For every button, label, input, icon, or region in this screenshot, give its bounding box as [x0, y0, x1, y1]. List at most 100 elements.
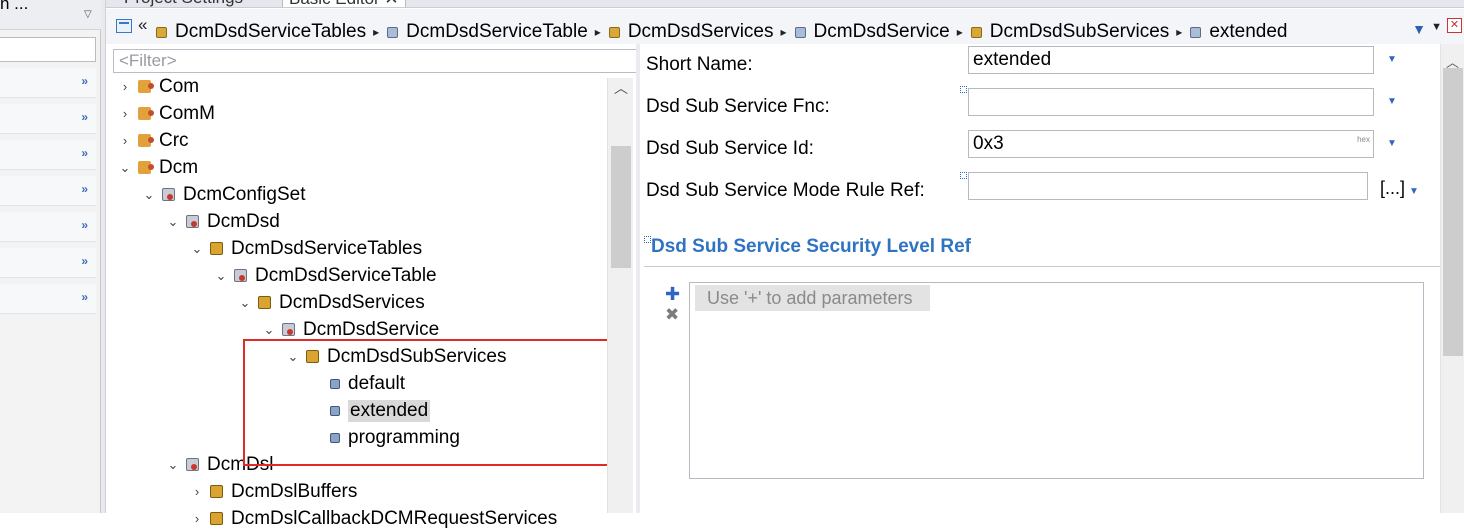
expanded-arrow-icon[interactable]: ⌄	[164, 214, 182, 230]
breadcrumb-separator-icon: ▸	[373, 25, 380, 39]
expanded-arrow-icon[interactable]: ⌄	[164, 457, 182, 473]
view-menu-icon[interactable]: ▼	[1431, 21, 1442, 33]
tree-node-dcm[interactable]: ⌄ Dcm	[116, 154, 199, 181]
container-icon	[162, 188, 175, 201]
sub-service-id-input[interactable]: 0x3 hex	[968, 130, 1374, 158]
left-view-search-input[interactable]	[0, 37, 96, 62]
left-view-section-6[interactable]: »	[0, 248, 96, 278]
collapsed-arrow-icon[interactable]: ›	[116, 133, 134, 148]
tree-node-dcmdsd[interactable]: ⌄ DcmDsd	[164, 208, 280, 235]
tree-node-dcmdsdservicetable[interactable]: ⌄ DcmDsdServiceTable	[212, 262, 437, 289]
expand-chevron-icon[interactable]: »	[81, 110, 88, 124]
breadcrumb-item-dcmdsdsubservices[interactable]: DcmDsdSubServices ▸	[970, 21, 1191, 43]
container-icon	[282, 323, 295, 336]
expanded-arrow-icon[interactable]: ⌄	[260, 322, 278, 338]
left-view-title: n ...	[0, 0, 29, 13]
chevron-down-icon[interactable]: ▼	[1387, 54, 1397, 65]
module-icon	[138, 107, 154, 120]
container-icon	[186, 458, 199, 471]
breadcrumb-item-dcmdsdservices[interactable]: DcmDsdServices ▸	[608, 21, 795, 43]
section-divider	[644, 266, 1440, 267]
chevron-down-icon[interactable]: ▼	[1387, 96, 1397, 107]
sub-service-fnc-label: Dsd Sub Service Fnc:	[646, 96, 830, 117]
expanded-arrow-icon[interactable]: ⌄	[140, 187, 158, 203]
config-tree-panel: <Filter> › Com › ComM › Crc ⌄ Dcm ⌄ DcmConfig…	[106, 44, 637, 529]
collapsed-arrow-icon[interactable]: ›	[116, 79, 134, 94]
left-view-section-3[interactable]: »	[0, 140, 96, 170]
tree-node-comm[interactable]: › ComM	[116, 100, 215, 127]
tree-node-dcmdslbuffers[interactable]: › DcmDslBuffers	[188, 478, 358, 505]
expanded-arrow-icon[interactable]: ⌄	[116, 160, 134, 176]
expand-chevron-icon[interactable]: »	[81, 218, 88, 232]
module-icon	[138, 80, 154, 93]
breadcrumb-item-dcmdsdservice[interactable]: DcmDsdService ▸	[794, 21, 971, 43]
tree-node-dcmconfigset[interactable]: ⌄ DcmConfigSet	[140, 181, 306, 208]
expanded-arrow-icon[interactable]: ⌄	[188, 241, 206, 257]
expand-chevron-icon[interactable]: »	[81, 290, 88, 304]
container-icon	[186, 215, 199, 228]
scroll-up-icon[interactable]: ︿	[614, 78, 628, 98]
expand-chevron-icon[interactable]: »	[81, 254, 88, 268]
breadcrumb-separator-icon: ▸	[780, 25, 787, 39]
parameter-marker-icon	[644, 236, 651, 243]
form-scrollbar[interactable]: ︿	[1440, 44, 1464, 513]
breadcrumb-item-extended[interactable]: extended	[1190, 21, 1288, 43]
breadcrumb-item-dcmdsdservicetable[interactable]: DcmDsdServiceTable ▸	[387, 21, 609, 43]
tree-filter-input[interactable]: <Filter>	[113, 49, 637, 73]
sub-service-fnc-input[interactable]	[968, 88, 1374, 116]
left-view-section-5[interactable]: »	[0, 212, 96, 242]
expand-chevron-icon[interactable]: »	[81, 146, 88, 160]
short-name-label: Short Name:	[646, 54, 753, 75]
browse-reference-button[interactable]: [...] ▼	[1380, 178, 1419, 199]
annotation-highlight-box	[243, 339, 627, 466]
expanded-arrow-icon[interactable]: ⌄	[236, 295, 254, 311]
breadcrumb-back-icon[interactable]: «	[138, 15, 147, 35]
collapsed-arrow-icon[interactable]: ›	[188, 511, 206, 526]
view-menu-icon[interactable]: ▽	[84, 9, 92, 20]
expanded-arrow-icon[interactable]: ⌄	[212, 268, 230, 284]
editor-view-icon[interactable]	[116, 19, 132, 33]
close-icon[interactable]: ✕	[1447, 18, 1462, 33]
tab-basic-editor[interactable]: Basic Editor ✕	[282, 0, 406, 7]
security-level-section-title: Dsd Sub Service Security Level Ref	[651, 236, 971, 257]
chevron-down-icon[interactable]: ▼	[1387, 138, 1397, 149]
tree-node-dcmdsdservicetables[interactable]: ⌄ DcmDsdServiceTables	[188, 235, 423, 262]
tab-project-settings[interactable]: Project Settings	[124, 0, 243, 7]
scrollbar-thumb[interactable]	[1443, 68, 1463, 356]
mode-rule-ref-input[interactable]	[968, 172, 1368, 200]
left-view-section-1[interactable]: »	[0, 68, 96, 98]
list-container-icon	[258, 296, 271, 309]
add-parameter-icon[interactable]: ✚	[665, 284, 680, 305]
list-container-icon	[210, 512, 223, 525]
scrollbar-thumb[interactable]	[611, 146, 631, 268]
remove-parameter-icon[interactable]: ✖	[665, 305, 679, 325]
tree-node-dcmdsdservices[interactable]: ⌄ DcmDsdServices	[236, 289, 425, 316]
security-level-list[interactable]: Use '+' to add parameters	[689, 282, 1424, 479]
empty-list-hint: Use '+' to add parameters	[695, 285, 931, 311]
collapsed-arrow-icon[interactable]: ›	[188, 484, 206, 499]
expand-chevron-icon[interactable]: »	[81, 182, 88, 196]
expand-chevron-icon[interactable]: »	[81, 74, 88, 88]
left-view-section-4[interactable]: »	[0, 176, 96, 206]
collapsed-arrow-icon[interactable]: ›	[116, 106, 134, 121]
left-view-section-7[interactable]: »	[0, 284, 96, 314]
parameter-marker-icon	[960, 172, 967, 179]
sub-service-id-label: Dsd Sub Service Id:	[646, 138, 814, 159]
tree-node-com[interactable]: › Com	[116, 73, 199, 100]
list-container-icon	[210, 485, 223, 498]
chevron-down-icon[interactable]: ▼	[1409, 186, 1419, 197]
container-icon	[970, 26, 982, 38]
breadcrumb-item-dcmdsdservicetables[interactable]: DcmDsdServiceTables ▸	[156, 21, 387, 43]
item-icon	[794, 26, 806, 38]
tree-scrollbar[interactable]: ︿	[607, 78, 633, 513]
tree-node-dcmdslcallbackdcmrequestservices[interactable]: › DcmDslCallbackDCMRequestServices	[188, 505, 557, 532]
properties-form: Short Name: extended ▼ Dsd Sub Service F…	[640, 44, 1440, 513]
left-view-section-2[interactable]: »	[0, 104, 96, 134]
item-icon	[387, 26, 399, 38]
filter-icon[interactable]: ▼	[1412, 21, 1426, 37]
parameter-marker-icon	[960, 86, 967, 93]
short-name-input[interactable]: extended	[968, 46, 1374, 74]
container-icon	[234, 269, 247, 282]
tree-node-crc[interactable]: › Crc	[116, 127, 189, 154]
module-icon	[138, 134, 154, 147]
